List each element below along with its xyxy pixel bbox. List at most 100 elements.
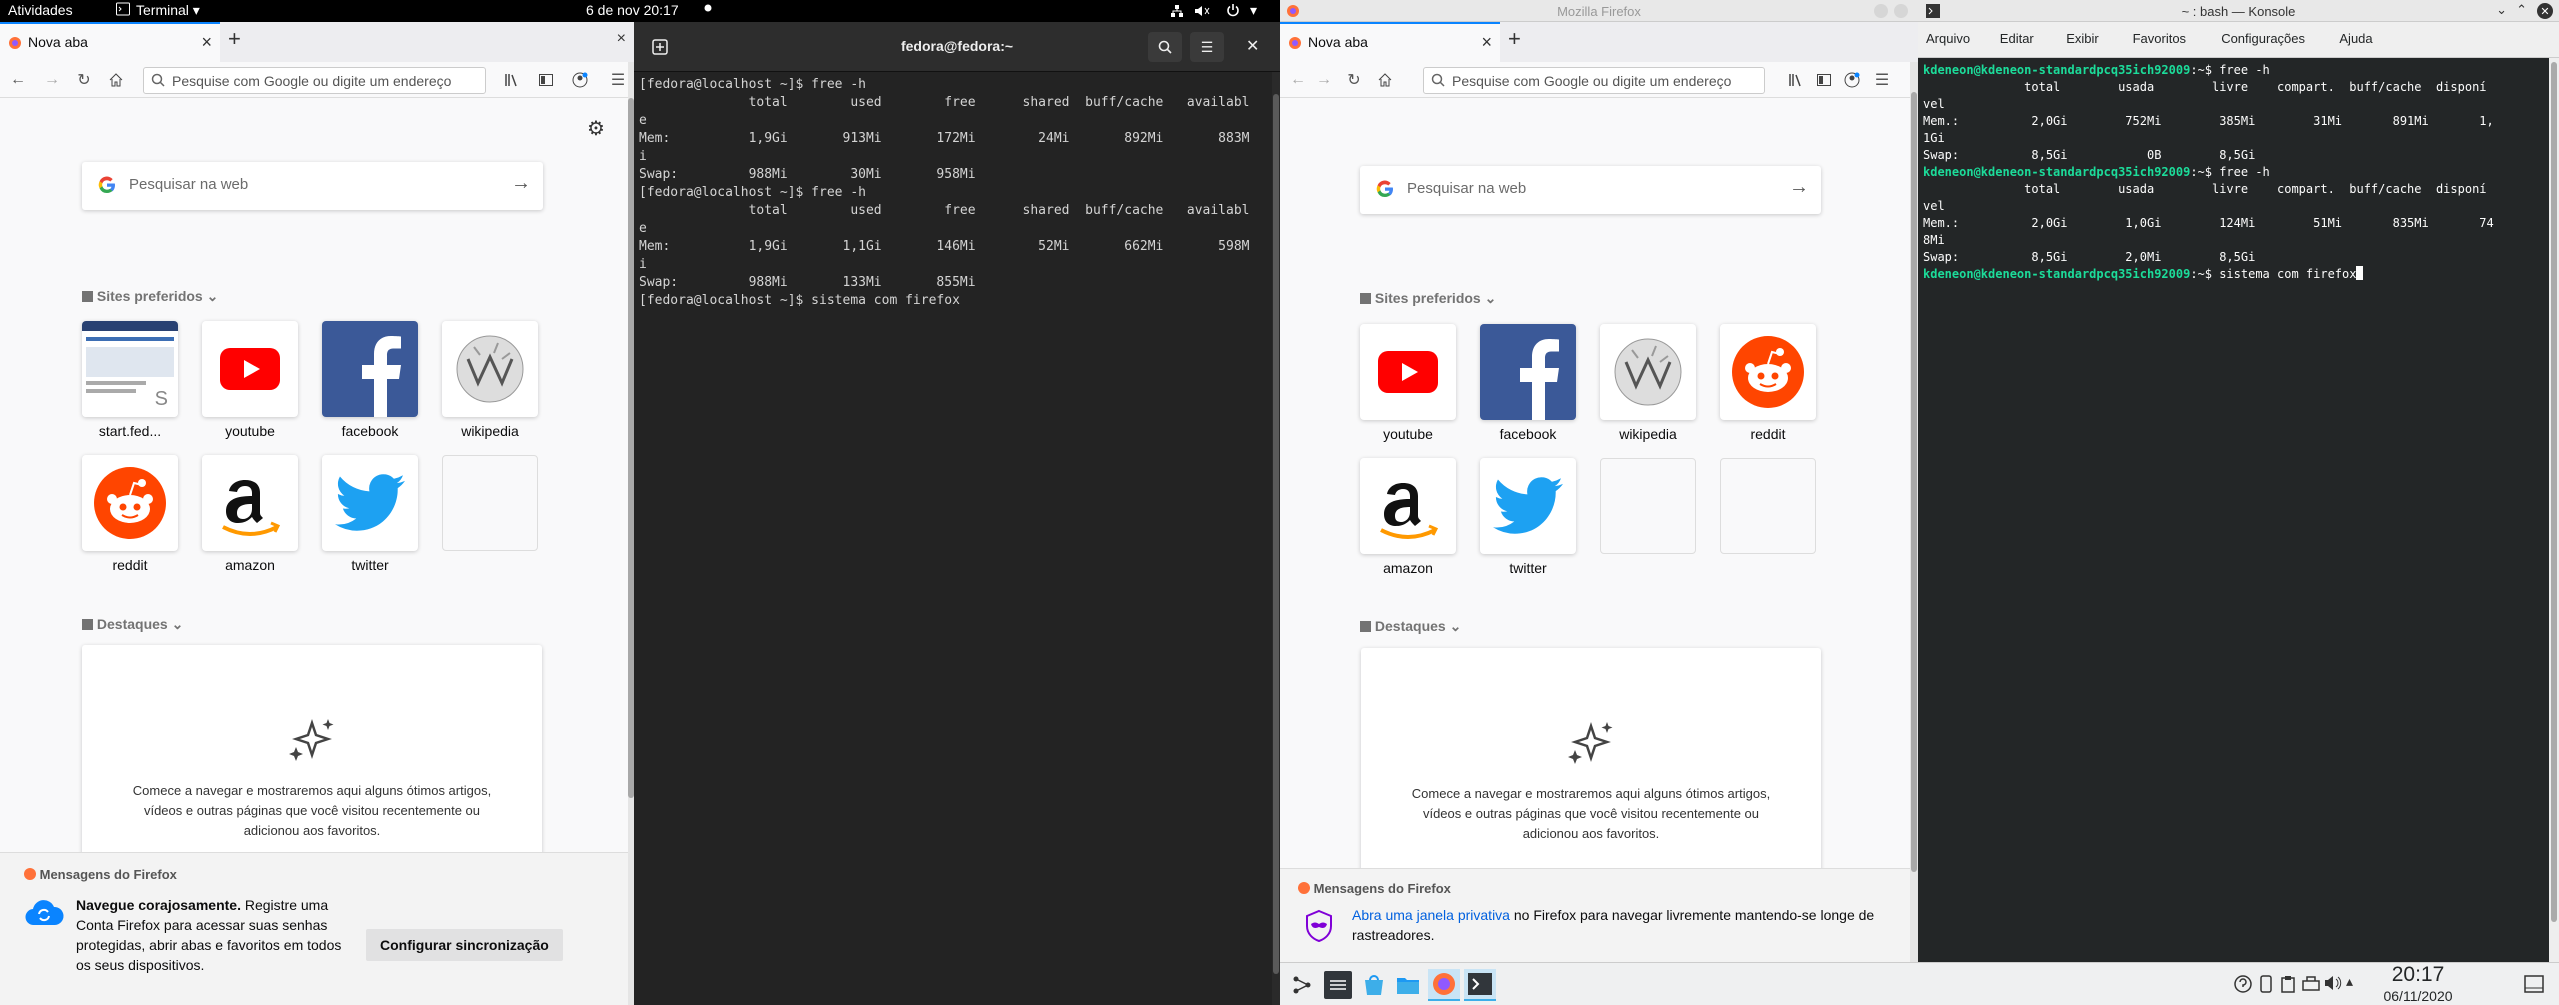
- activities-button[interactable]: Atividades: [8, 2, 73, 18]
- volume-icon[interactable]: [1194, 4, 1210, 18]
- account-icon[interactable]: [1842, 70, 1862, 90]
- top-site-tile-start-fedora[interactable]: S: [82, 321, 178, 417]
- line-text: vel: [1923, 97, 1945, 111]
- kde-connect-icon[interactable]: [2258, 975, 2274, 993]
- show-desktop-icon[interactable]: [2524, 975, 2544, 993]
- forward-icon[interactable]: →: [42, 70, 62, 90]
- expand-tray-icon[interactable]: ▴: [2346, 973, 2353, 990]
- clock[interactable]: 6 de nov 20:17: [586, 2, 679, 18]
- system-settings-icon[interactable]: [1324, 971, 1352, 999]
- tab-new[interactable]: Nova aba ×: [0, 22, 220, 62]
- power-icon[interactable]: [1226, 3, 1240, 17]
- konsole-taskbar-icon[interactable]: [1464, 969, 1496, 1001]
- web-search-box[interactable]: Pesquisar na web →: [82, 162, 543, 210]
- back-icon[interactable]: ←: [8, 70, 28, 90]
- menu-icon[interactable]: ☰: [1872, 70, 1892, 90]
- menu-item-3[interactable]: Favoritos: [2133, 31, 2186, 46]
- url-bar[interactable]: Pesquise com Google ou digite um endereç…: [143, 67, 486, 94]
- volume-icon[interactable]: [2324, 975, 2342, 991]
- menu-item-0[interactable]: Arquivo: [1926, 31, 1970, 46]
- maximize-button[interactable]: [1894, 4, 1908, 18]
- konsole-scrollbar[interactable]: [2549, 58, 2559, 974]
- top-sites-header[interactable]: Sites preferidos ⌄: [82, 288, 218, 305]
- app-menu-button[interactable]: Terminal ▾: [136, 2, 200, 19]
- minimize-button[interactable]: [1874, 4, 1888, 18]
- library-icon[interactable]: [1786, 70, 1806, 90]
- network-icon[interactable]: [1170, 4, 1184, 18]
- arrow-right-icon[interactable]: →: [1789, 176, 1809, 199]
- new-tab-icon[interactable]: +: [1508, 26, 1521, 52]
- panel-clock-date[interactable]: 06/11/2020: [2368, 988, 2468, 1004]
- close-window-icon[interactable]: ×: [617, 30, 626, 48]
- panel-clock-time[interactable]: 20:17: [2368, 963, 2468, 987]
- minimize-icon[interactable]: ⌄: [2496, 2, 2507, 18]
- top-site-tile-wikipedia[interactable]: [442, 321, 538, 417]
- highlights-header[interactable]: Destaques ⌄: [1360, 618, 1461, 635]
- highlights-header[interactable]: Destaques ⌄: [82, 616, 183, 633]
- firefox-logo-icon: [24, 868, 36, 880]
- close-window-icon[interactable]: ✕: [2537, 3, 2553, 19]
- help-icon[interactable]: [2234, 975, 2252, 993]
- konsole-output[interactable]: kdeneon@kdeneon-standardpcq35ich92009:~$…: [1923, 62, 2494, 283]
- url-bar[interactable]: Pesquise com Google ou digite um endereç…: [1423, 67, 1765, 94]
- system-menu-arrow-icon[interactable]: ▾: [1250, 2, 1257, 19]
- home-icon[interactable]: [106, 70, 126, 90]
- app-launcher-icon[interactable]: [1290, 973, 1314, 997]
- tab-new[interactable]: Nova aba ×: [1280, 22, 1500, 62]
- web-search-box[interactable]: Pesquisar na web →: [1360, 166, 1821, 214]
- top-site-tile-youtube[interactable]: [202, 321, 298, 417]
- firefox-taskbar-icon[interactable]: [1428, 969, 1460, 1001]
- sync-button[interactable]: Configurar sincronização: [366, 929, 563, 961]
- empty-tile[interactable]: [1720, 458, 1816, 554]
- terminal-line: Mem: 1,9Gi 913Mi 172Mi 24Mi 892Mi 883M: [639, 131, 1250, 146]
- terminal-scrollbar[interactable]: [1272, 72, 1280, 1005]
- new-tab-icon[interactable]: +: [228, 26, 241, 52]
- terminal-line: Mem: 1,9Gi 1,1Gi 146Mi 52Mi 662Mi 598M: [639, 239, 1250, 254]
- menu-item-4[interactable]: Configurações: [2221, 31, 2305, 46]
- top-site-tile-youtube[interactable]: [1360, 324, 1456, 420]
- line-text: Swap: 8,5Gi 0B 8,5Gi: [1923, 148, 2256, 162]
- back-icon[interactable]: ←: [1288, 70, 1308, 90]
- menu-item-2[interactable]: Exibir: [2066, 31, 2099, 46]
- gnome-terminal-window: fedora@fedora:~ ☰ ✕ [fedora@localhost ~]…: [634, 22, 1280, 1005]
- clipboard-icon[interactable]: [2280, 975, 2296, 993]
- top-site-tile-facebook[interactable]: [322, 321, 418, 417]
- discover-icon[interactable]: [1360, 971, 1388, 999]
- top-site-tile-amazon[interactable]: [1360, 458, 1456, 554]
- forward-icon[interactable]: →: [1314, 70, 1334, 90]
- scrollbar[interactable]: [1910, 62, 1918, 974]
- empty-tile[interactable]: [442, 455, 538, 551]
- account-icon[interactable]: [570, 70, 590, 90]
- top-site-tile-reddit[interactable]: [1720, 324, 1816, 420]
- terminal-output[interactable]: [fedora@localhost ~]$ free -h total used…: [639, 76, 1249, 310]
- close-tab-icon[interactable]: ×: [1481, 32, 1492, 53]
- top-site-tile-facebook[interactable]: [1480, 324, 1576, 420]
- arrow-right-icon[interactable]: →: [511, 172, 531, 195]
- reload-icon[interactable]: ↻: [1344, 70, 1364, 90]
- hamburger-menu-icon[interactable]: ☰: [1190, 32, 1224, 62]
- library-icon[interactable]: [502, 70, 522, 90]
- file-manager-icon[interactable]: [1394, 971, 1422, 999]
- reload-icon[interactable]: ↻: [74, 70, 94, 90]
- menu-icon[interactable]: ☰: [608, 70, 628, 90]
- close-window-icon[interactable]: ✕: [1246, 36, 1259, 56]
- private-window-link[interactable]: Abra uma janela privativa: [1352, 907, 1510, 923]
- close-tab-icon[interactable]: ×: [201, 32, 212, 53]
- maximize-icon[interactable]: ⌃: [2516, 2, 2527, 18]
- top-site-tile-wikipedia[interactable]: [1600, 324, 1696, 420]
- empty-tile[interactable]: [1600, 458, 1696, 554]
- top-site-tile-twitter[interactable]: [322, 455, 418, 551]
- menu-item-1[interactable]: Editar: [2000, 31, 2034, 46]
- top-site-tile-twitter[interactable]: [1480, 458, 1576, 554]
- top-sites-header[interactable]: Sites preferidos ⌄: [1360, 290, 1496, 307]
- top-site-tile-reddit[interactable]: [82, 455, 178, 551]
- reddit-icon: [1732, 336, 1804, 408]
- search-icon[interactable]: [1148, 32, 1182, 62]
- device-notifier-icon[interactable]: [2302, 975, 2320, 991]
- sidebar-icon[interactable]: [1814, 70, 1834, 90]
- top-site-tile-amazon[interactable]: [202, 455, 298, 551]
- sidebar-icon[interactable]: [536, 70, 556, 90]
- home-icon[interactable]: [1375, 70, 1395, 90]
- menu-item-5[interactable]: Ajuda: [2339, 31, 2372, 46]
- gear-icon[interactable]: ⚙: [587, 116, 605, 141]
